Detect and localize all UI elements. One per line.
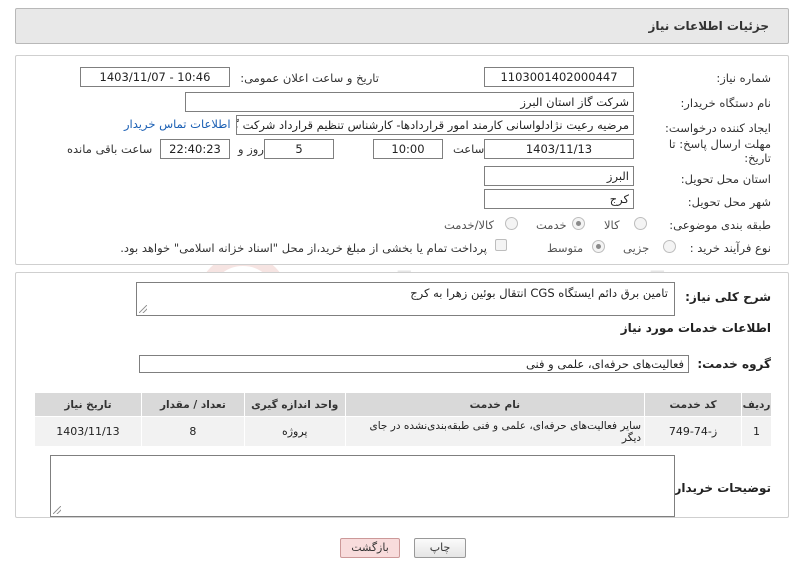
category-option-goods: کالا <box>604 218 620 232</box>
deadline-time-field: 10:00 <box>373 139 443 159</box>
cell-need-date: 1403/11/13 <box>34 416 142 447</box>
resize-grip-icon[interactable] <box>53 506 61 514</box>
cell-service-name: سایر فعالیت‌های حرفه‌ای، علمی و فنی طبقه… <box>344 416 646 447</box>
print-button[interactable]: چاپ <box>414 538 466 558</box>
deadline-label: مهلت ارسال پاسخ: تا <box>668 137 771 151</box>
category-radio-goods[interactable] <box>634 217 647 230</box>
services-table-header: ردیف کد خدمت نام خدمت واحد اندازه گیری ت… <box>34 392 772 417</box>
cell-row-number: 1 <box>741 416 772 447</box>
service-group-label: گروه خدمت: <box>697 357 771 371</box>
col-service-name: نام خدمت <box>344 392 646 417</box>
days-label: روز و <box>238 142 264 156</box>
province-field: البرز <box>484 166 634 186</box>
process-type-label: نوع فرآیند خرید : <box>689 241 771 255</box>
province-label: استان محل تحویل: <box>680 172 771 186</box>
cell-service-code: ز-74-749 <box>644 416 743 447</box>
services-table: ردیف کد خدمت نام خدمت واحد اندازه گیری ت… <box>34 392 772 447</box>
buyer-org-field: شرکت گاز استان البرز <box>185 92 634 112</box>
treasury-payment-note: پرداخت تمام یا بخشی از مبلغ خرید،از محل … <box>120 241 487 255</box>
buyer-org-label: نام دستگاه خریدار: <box>680 96 771 110</box>
table-row: 1 ز-74-749 سایر فعالیت‌های حرفه‌ای، علمی… <box>34 416 772 447</box>
treasury-payment-checkbox[interactable] <box>495 239 507 251</box>
deadline-date-label: تاریخ: <box>744 151 771 165</box>
page-title: جزئیات اطلاعات نیاز <box>648 19 769 33</box>
category-option-service: خدمت <box>536 218 567 232</box>
col-row-number: ردیف <box>741 392 772 417</box>
col-need-date: تاریخ نیاز <box>34 392 142 417</box>
summary-textarea[interactable]: تامین برق دائم ایستگاه CGS انتقال بوئین … <box>136 282 675 316</box>
remaining-time-label: ساعت باقی مانده <box>67 142 153 156</box>
buyer-contact-link[interactable]: اطلاعات تماس خریدار <box>124 117 231 131</box>
remaining-time-field: 22:40:23 <box>160 139 230 159</box>
days-remaining-field: 5 <box>264 139 334 159</box>
category-radio-service[interactable] <box>572 217 585 230</box>
category-radio-goods-service[interactable] <box>505 217 518 230</box>
creator-label: ایجاد کننده درخواست: <box>665 121 771 135</box>
back-button[interactable]: بازگشت <box>340 538 400 558</box>
creator-field: مرضیه رعیت نژادلواسانی کارمند امور قرارد… <box>236 115 634 135</box>
resize-grip-icon[interactable] <box>139 305 147 313</box>
process-option-medium: متوسط <box>547 241 584 255</box>
summary-label: شرح کلی نیاز: <box>685 290 771 304</box>
need-number-label: شماره نیاز: <box>716 71 771 85</box>
services-heading: اطلاعات خدمات مورد نیاز <box>620 321 771 335</box>
process-option-minor: جزیی <box>623 241 650 255</box>
cell-unit: پروژه <box>243 416 346 447</box>
process-radio-medium[interactable] <box>592 240 605 253</box>
process-radio-minor[interactable] <box>663 240 676 253</box>
category-option-goods-service: کالا/خدمت <box>444 218 495 232</box>
cell-quantity: 8 <box>140 416 245 447</box>
deadline-time-label: ساعت <box>453 142 485 156</box>
buyer-notes-textarea[interactable] <box>50 455 675 517</box>
buyer-notes-label: توضیحات خریدار: <box>669 481 771 495</box>
announce-date-field: 1403/11/07 - 10:46 <box>80 67 230 87</box>
deadline-date-field: 1403/11/13 <box>484 139 634 159</box>
col-quantity: تعداد / مقدار <box>140 392 245 417</box>
city-field: کرج <box>484 189 634 209</box>
service-group-field: فعالیت‌های حرفه‌ای، علمی و فنی <box>139 355 689 373</box>
category-label: طبقه بندی موضوعی: <box>669 218 771 232</box>
col-service-code: کد خدمت <box>644 392 743 417</box>
city-label: شهر محل تحویل: <box>687 195 771 209</box>
need-number-field: 1103001402000447 <box>484 67 634 87</box>
announce-date-label: تاریخ و ساعت اعلان عمومی: <box>240 71 379 85</box>
col-unit: واحد اندازه گیری <box>243 392 346 417</box>
summary-text: تامین برق دائم ایستگاه CGS انتقال بوئین … <box>410 286 668 300</box>
